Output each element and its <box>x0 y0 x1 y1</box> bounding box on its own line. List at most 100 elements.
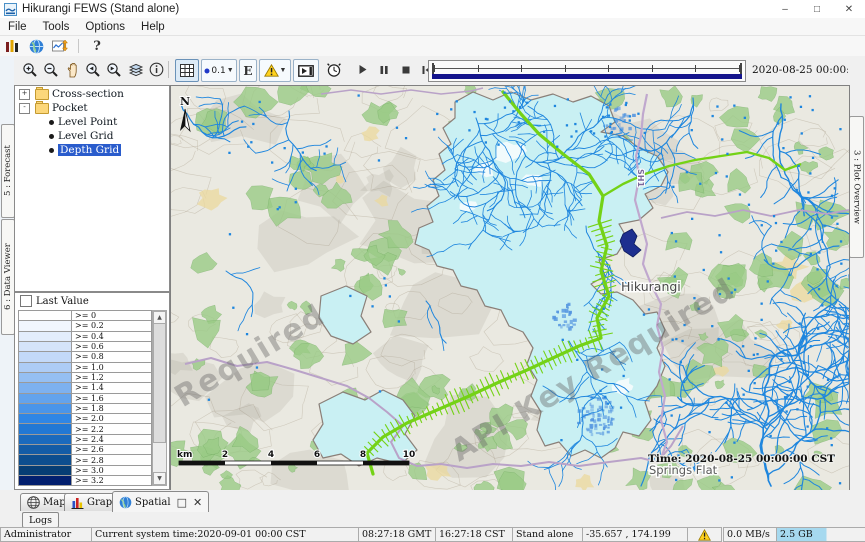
next-zoom-button[interactable] <box>104 59 124 80</box>
legend-row[interactable]: >= 1.6 <box>18 393 152 403</box>
tree-expander-icon[interactable]: - <box>19 103 30 114</box>
title-bar[interactable]: Hikurangi FEWS (Stand alone) – □ ✕ <box>0 0 865 18</box>
pause-button[interactable] <box>374 59 394 80</box>
bar-chart-icon <box>71 496 84 509</box>
close-tab-icon[interactable]: ✕ <box>193 496 202 509</box>
legend-button[interactable]: E <box>239 59 257 82</box>
legend-class-label: >= 2.6 <box>72 444 152 454</box>
time-slider-tick <box>434 65 435 72</box>
scale-tick-label: 6 <box>314 450 320 460</box>
chevron-down-icon: ▼ <box>227 67 234 74</box>
time-slider-end-handle[interactable] <box>740 63 742 74</box>
legend-title: Last Value <box>36 296 89 307</box>
scale-tick-label: 4 <box>268 450 274 460</box>
tree-item-label: Level Point <box>58 116 117 128</box>
legend-panel: Last Value >= 0>= 0.2>= 0.4>= 0.6>= 0.8>… <box>14 292 170 490</box>
tree-item-cross-section[interactable]: +Cross-section <box>15 88 169 100</box>
time-slider-tick <box>695 65 696 72</box>
layers-button[interactable] <box>126 59 146 80</box>
menu-options[interactable]: Options <box>77 21 133 33</box>
legend-row[interactable]: >= 0.2 <box>18 320 152 330</box>
legend-row[interactable]: >= 1.4 <box>18 382 152 392</box>
status-system-time: Current system time:2020-09-01 00:00 CST <box>91 527 360 542</box>
hand-icon <box>65 62 80 78</box>
scrollbar-thumb[interactable] <box>153 323 166 443</box>
scroll-down-icon[interactable]: ▼ <box>153 472 166 485</box>
legend-letter: E <box>243 64 252 78</box>
dot-icon <box>204 68 210 74</box>
maximize-tab-icon[interactable]: □ <box>177 496 187 509</box>
legend-row[interactable]: >= 0.4 <box>18 331 152 341</box>
right-shortcut-strip: 3 : Plot Overview <box>848 56 865 490</box>
tree-expander-icon[interactable]: + <box>19 89 30 100</box>
close-button[interactable]: ✕ <box>833 0 865 18</box>
legend-row[interactable]: >= 3.0 <box>18 465 152 475</box>
warning-thresholds-dropdown[interactable]: ▼ <box>259 59 291 82</box>
chart-arrow-icon <box>52 39 68 53</box>
globe-icon <box>119 496 132 509</box>
status-local-time: 16:27:18 CST <box>435 527 514 542</box>
tree-item-depth-grid[interactable]: Depth Grid <box>15 144 169 156</box>
minimize-button[interactable]: – <box>769 0 801 18</box>
legend-color-swatch <box>18 351 72 361</box>
map-canvas[interactable]: API Key Required API Key Required Hikura… <box>170 85 850 492</box>
play-button[interactable] <box>352 59 372 80</box>
road-label: SH1 <box>636 169 645 187</box>
legend-scrollbar[interactable]: ▲ ▼ <box>152 310 167 486</box>
legend-row[interactable]: >= 0.8 <box>18 351 152 361</box>
menu-tools[interactable]: Tools <box>35 21 78 33</box>
app-logo-icon <box>4 3 17 16</box>
grid-display-button[interactable] <box>175 59 199 82</box>
time-slider-tick <box>478 65 479 72</box>
left-shortcut-strip: 5 : Forecast 6 : Data Viewer <box>0 56 14 490</box>
tree-item-pocket[interactable]: -Pocket <box>15 102 169 114</box>
tree-item-level-grid[interactable]: Level Grid <box>15 130 169 142</box>
menu-file[interactable]: File <box>0 21 35 33</box>
zoom-in-button[interactable] <box>20 59 40 80</box>
legend-row[interactable]: >= 2.2 <box>18 423 152 433</box>
time-slider-tick <box>652 65 653 72</box>
menu-help[interactable]: Help <box>133 21 173 33</box>
pan-button[interactable] <box>62 59 82 80</box>
question-mark-icon: ? <box>93 39 101 54</box>
tab-plot-overview[interactable]: 3 : Plot Overview <box>849 116 864 258</box>
town-label: Hikurangi <box>621 279 681 294</box>
zoom-out-button[interactable] <box>41 59 61 80</box>
app-window: Hikurangi FEWS (Stand alone) – □ ✕ File … <box>0 0 865 542</box>
contour-interval-dropdown[interactable]: 0.1 ▼ <box>201 59 237 82</box>
legend-row[interactable]: >= 2.0 <box>18 413 152 423</box>
legend-row[interactable]: >= 0 <box>18 310 152 320</box>
time-slider[interactable] <box>428 60 746 82</box>
legend-class-label: >= 2.2 <box>72 423 152 433</box>
help-button[interactable]: ? <box>85 37 109 55</box>
tab-spatial[interactable]: Spatial □ ✕ <box>112 491 209 512</box>
bottom-tab-bar: Map Graph Spatial □ ✕ <box>0 490 865 512</box>
timeseries-dialog-button[interactable] <box>48 37 72 55</box>
animation-dialog-button[interactable] <box>293 59 319 82</box>
logs-button[interactable]: Logs <box>22 512 59 528</box>
time-navigator-button[interactable] <box>323 59 345 80</box>
status-warning-cell[interactable] <box>687 527 722 542</box>
stop-button[interactable] <box>396 59 416 80</box>
map-display-button[interactable] <box>24 37 48 55</box>
tree-item-level-point[interactable]: Level Point <box>15 116 169 128</box>
info-button[interactable] <box>146 59 166 80</box>
legend-row[interactable]: >= 1.0 <box>18 362 152 372</box>
legend-row[interactable]: >= 2.6 <box>18 444 152 454</box>
legend-row[interactable]: >= 1.8 <box>18 403 152 413</box>
window-title: Hikurangi FEWS (Stand alone) <box>22 3 179 15</box>
zoom-next-icon <box>106 62 122 78</box>
database-viewer-button[interactable] <box>0 37 24 55</box>
tab-data-viewer[interactable]: 6 : Data Viewer <box>1 219 15 335</box>
status-bar: Administrator Current system time:2020-0… <box>0 527 865 542</box>
legend-row[interactable]: >= 3.2 <box>18 475 152 486</box>
legend-row[interactable]: >= 1.2 <box>18 372 152 382</box>
legend-row[interactable]: >= 2.4 <box>18 434 152 444</box>
maximize-button[interactable]: □ <box>801 0 833 18</box>
last-value-checkbox[interactable] <box>20 295 32 307</box>
legend-row[interactable]: >= 2.8 <box>18 454 152 464</box>
previous-zoom-button[interactable] <box>83 59 103 80</box>
tab-forecast[interactable]: 5 : Forecast <box>1 124 15 218</box>
globe-icon <box>29 39 44 54</box>
legend-row[interactable]: >= 0.6 <box>18 341 152 351</box>
